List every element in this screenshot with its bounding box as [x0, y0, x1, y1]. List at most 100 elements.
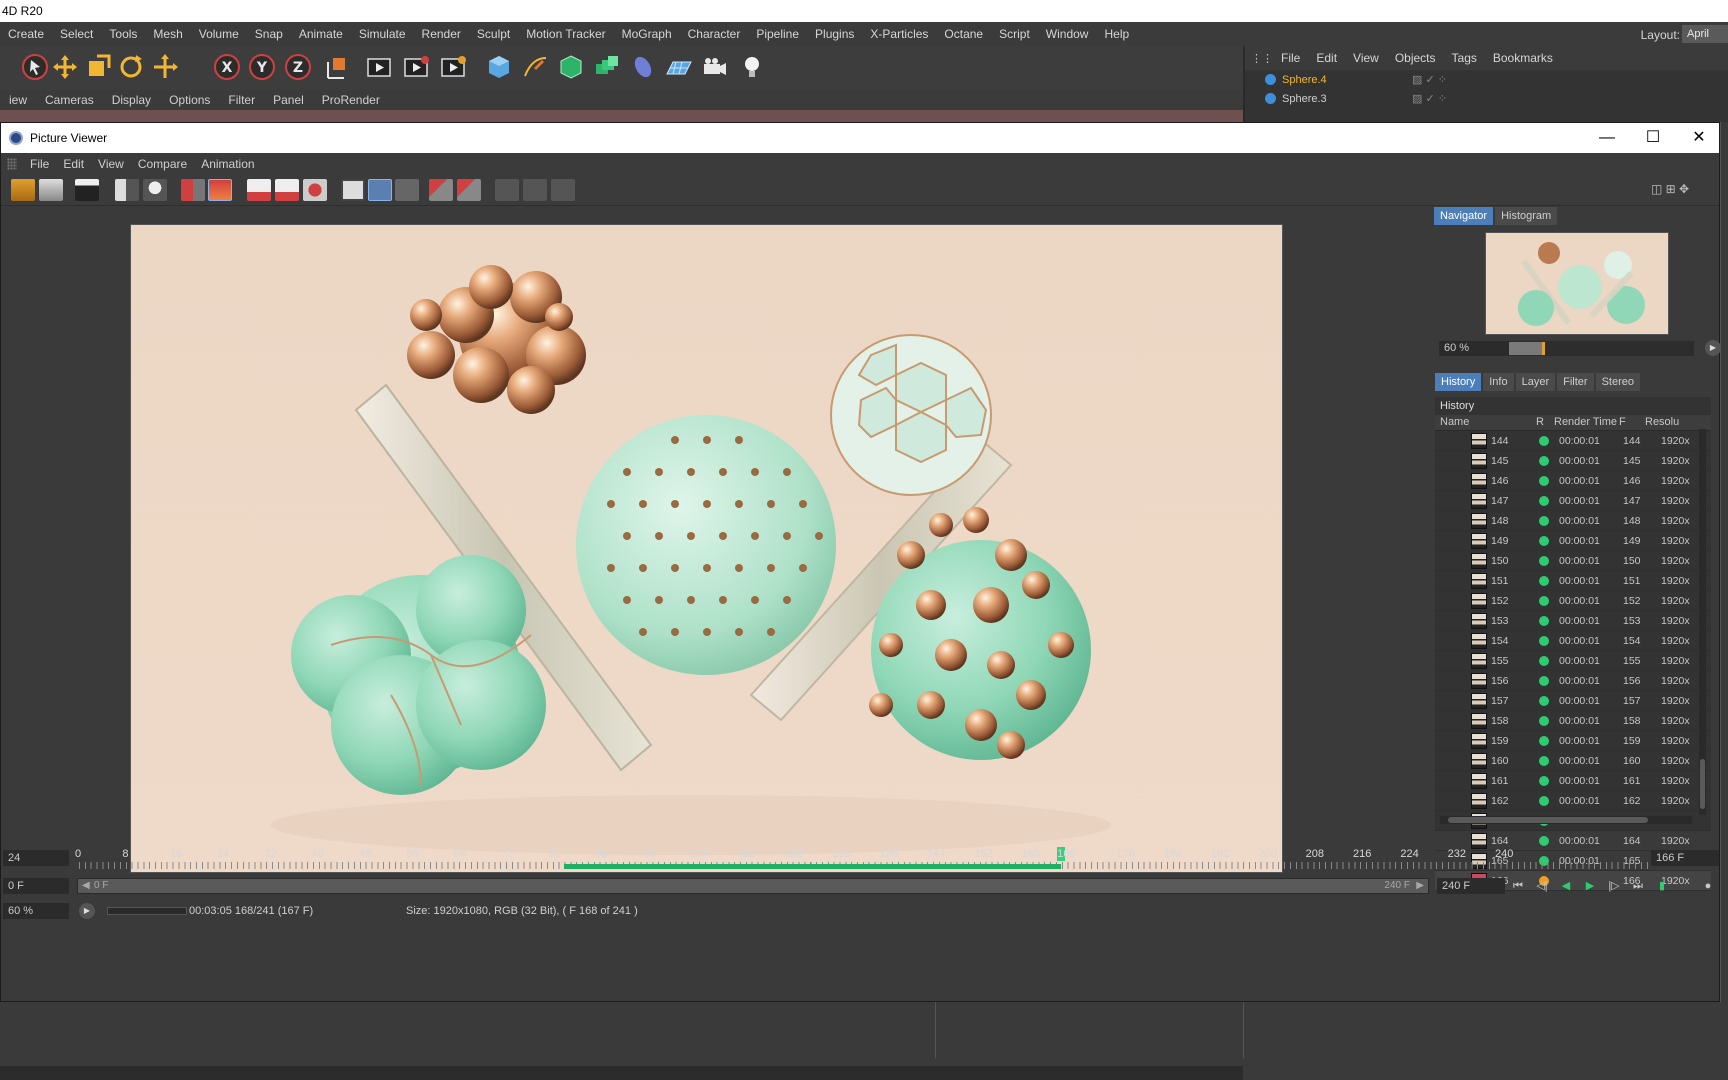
menu-help[interactable]: Help: [1096, 27, 1137, 41]
cube-icon[interactable]: [482, 50, 516, 84]
history-row[interactable]: 146 00:00:01 146 1920x: [1435, 471, 1711, 491]
menu-mesh[interactable]: Mesh: [145, 27, 190, 41]
set-b-icon[interactable]: [457, 179, 481, 201]
history-row[interactable]: 145 00:00:01 145 1920x: [1435, 451, 1711, 471]
history-row[interactable]: 147 00:00:01 147 1920x: [1435, 491, 1711, 511]
menu-pipeline[interactable]: Pipeline: [748, 27, 807, 41]
play-backward-icon[interactable]: ◀: [1557, 878, 1575, 894]
ab-compare-icon[interactable]: [341, 179, 365, 201]
navigator-zoom-field[interactable]: 60 %: [1439, 341, 1509, 356]
history-row[interactable]: 152 00:00:01 152 1920x: [1435, 591, 1711, 611]
compare-a-icon[interactable]: [247, 179, 271, 201]
viewport-menu-filter[interactable]: Filter: [219, 93, 264, 107]
history-row[interactable]: 150 00:00:01 150 1920x: [1435, 551, 1711, 571]
compare-b-icon[interactable]: [275, 179, 299, 201]
menu-simulate[interactable]: Simulate: [351, 27, 414, 41]
navigator-zoom-slider[interactable]: [1509, 341, 1694, 356]
paste-icon[interactable]: [208, 179, 232, 201]
play-forward-icon[interactable]: ▶: [1581, 878, 1599, 894]
history-tab-info[interactable]: Info: [1483, 373, 1514, 391]
object-menu-bookmarks[interactable]: Bookmarks: [1485, 51, 1561, 65]
next-key-icon[interactable]: |▷: [1605, 878, 1623, 894]
history-tab-layer[interactable]: Layer: [1515, 373, 1556, 391]
history-tab-filter[interactable]: Filter: [1557, 373, 1594, 391]
image-canvas[interactable]: [1, 207, 1419, 873]
subdivision-surface-icon[interactable]: [554, 50, 588, 84]
history-row[interactable]: 156 00:00:01 156 1920x: [1435, 671, 1711, 691]
floor-icon[interactable]: [662, 50, 696, 84]
object-row[interactable]: Sphere.4 ▨ ✓ ⁘: [1245, 70, 1728, 89]
panel-layout-icon[interactable]: ◫ ⊞ ✥: [1651, 182, 1711, 196]
history-row[interactable]: 154 00:00:01 154 1920x: [1435, 631, 1711, 651]
pv-menu-edit[interactable]: Edit: [56, 157, 91, 171]
history-row[interactable]: 148 00:00:01 148 1920x: [1435, 511, 1711, 531]
object-menu-edit[interactable]: Edit: [1308, 51, 1345, 65]
previous-key-icon[interactable]: ◁|: [1533, 878, 1551, 894]
y-axis-icon[interactable]: Y: [245, 50, 279, 84]
menu-snap[interactable]: Snap: [247, 27, 291, 41]
zoom-play-icon[interactable]: ▶: [79, 903, 95, 919]
save-icon[interactable]: [39, 179, 63, 201]
history-row[interactable]: 153 00:00:01 153 1920x: [1435, 611, 1711, 631]
object-tags-icon[interactable]: ▨ ✓ ⁘: [1412, 92, 1447, 105]
history-row[interactable]: 155 00:00:01 155 1920x: [1435, 651, 1711, 671]
pv-menu-compare[interactable]: Compare: [131, 157, 194, 171]
history-row[interactable]: 162 00:00:01 162 1920x: [1435, 791, 1711, 811]
close-button[interactable]: ✕: [1679, 125, 1719, 151]
user-icon[interactable]: [143, 179, 167, 201]
col-r[interactable]: R: [1536, 416, 1544, 428]
menu-window[interactable]: Window: [1038, 27, 1097, 41]
viewport-menu-iew[interactable]: iew: [0, 93, 36, 107]
navigator-arrow-icon[interactable]: ▶: [1705, 340, 1721, 356]
object-menu-file[interactable]: File: [1273, 51, 1308, 65]
transform-tool-icon[interactable]: [148, 50, 182, 84]
navigator-tab-histogram[interactable]: Histogram: [1495, 207, 1558, 225]
select-region-icon[interactable]: [115, 179, 139, 201]
pv-menu-view[interactable]: View: [91, 157, 131, 171]
range-start-field[interactable]: 0 F: [3, 878, 69, 894]
menu-plugins[interactable]: Plugins: [807, 27, 862, 41]
clapper-icon[interactable]: [75, 179, 99, 201]
history-row[interactable]: 159 00:00:01 159 1920x: [1435, 731, 1711, 751]
navigator-thumbnail[interactable]: [1485, 232, 1669, 335]
fps-field[interactable]: 24: [3, 850, 69, 866]
render-settings-icon[interactable]: [436, 50, 470, 84]
menu-render[interactable]: Render: [414, 27, 469, 41]
menu-animate[interactable]: Animate: [291, 27, 351, 41]
rotate-tool-icon[interactable]: [114, 50, 148, 84]
timeline-ruler[interactable]: 0 8 16 24 32 40 48 56 64 72 80 88 96 104 112 120 128 136 1…: [75, 845, 1649, 873]
pen-spline-icon[interactable]: [518, 50, 552, 84]
object-menu-tags[interactable]: Tags: [1444, 51, 1485, 65]
horizontal-split-icon[interactable]: [551, 179, 575, 201]
history-row[interactable]: 151 00:00:01 151 1920x: [1435, 571, 1711, 591]
menu-volume[interactable]: Volume: [191, 27, 247, 41]
text-overlay-icon[interactable]: [395, 179, 419, 201]
maximize-button[interactable]: ☐: [1633, 125, 1673, 151]
camera-icon[interactable]: [698, 50, 732, 84]
zoom-field[interactable]: 60 %: [3, 903, 69, 919]
menu-octane[interactable]: Octane: [936, 27, 991, 41]
array-icon[interactable]: [590, 50, 624, 84]
x-axis-icon[interactable]: X: [210, 50, 244, 84]
vertical-split-icon[interactable]: [523, 179, 547, 201]
history-row[interactable]: 144 00:00:01 144 1920x: [1435, 431, 1711, 451]
history-row[interactable]: 149 00:00:01 149 1920x: [1435, 531, 1711, 551]
range-bar-left-arrow[interactable]: ◀: [82, 879, 90, 893]
history-row[interactable]: 160 00:00:01 160 1920x: [1435, 751, 1711, 771]
range-end-field[interactable]: 240 F: [1437, 878, 1505, 894]
copy-icon[interactable]: [181, 179, 205, 201]
history-horizontal-scrollbar[interactable]: [1440, 816, 1692, 824]
z-axis-icon[interactable]: Z: [281, 50, 315, 84]
coordinate-system-icon[interactable]: [320, 50, 354, 84]
menu-sculpt[interactable]: Sculpt: [469, 27, 518, 41]
viewport-menu-cameras[interactable]: Cameras: [36, 93, 103, 107]
render-to-picture-viewer-icon[interactable]: [399, 50, 433, 84]
menu-tools[interactable]: Tools: [101, 27, 145, 41]
viewport-menu-prorender[interactable]: ProRender: [313, 93, 389, 107]
go-to-start-icon[interactable]: ⏮: [1509, 878, 1527, 894]
swap-icon[interactable]: [495, 179, 519, 201]
history-row[interactable]: 157 00:00:01 157 1920x: [1435, 691, 1711, 711]
menu-x-particles[interactable]: X-Particles: [862, 27, 936, 41]
history-tab-stereo[interactable]: Stereo: [1595, 373, 1640, 391]
light-icon[interactable]: [735, 50, 769, 84]
